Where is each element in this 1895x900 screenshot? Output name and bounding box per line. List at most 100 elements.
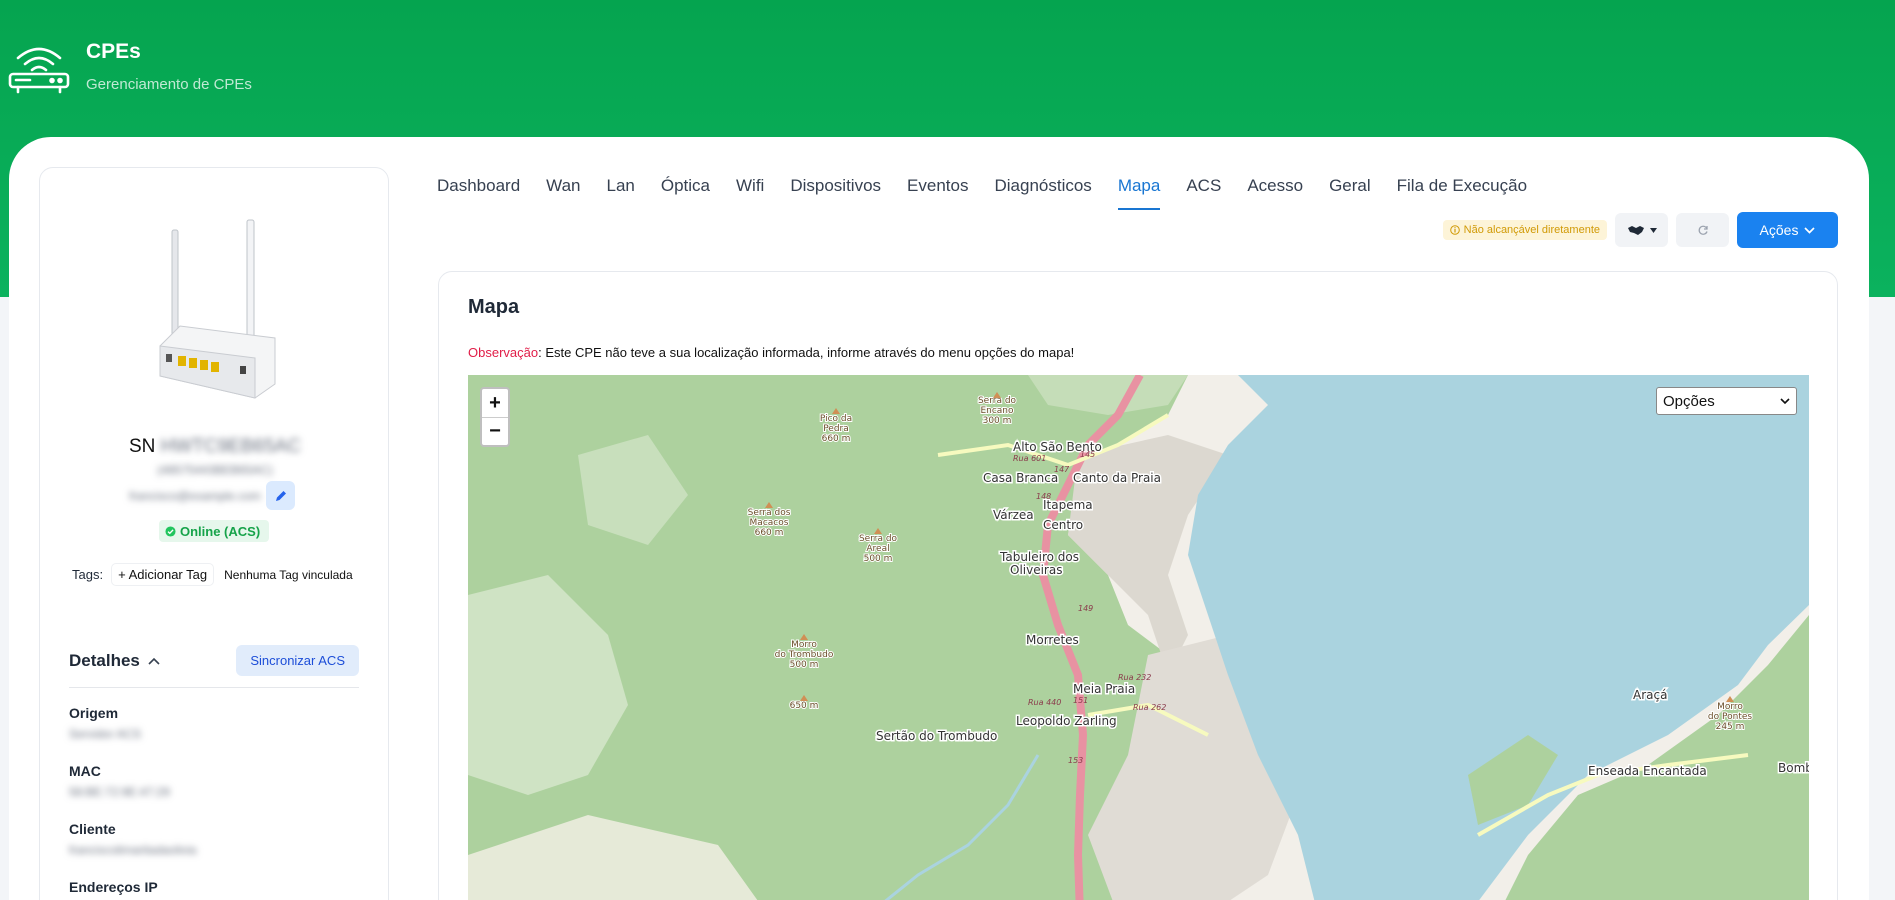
tab-fila-execucao[interactable]: Fila de Execução — [1397, 176, 1527, 210]
page-title: CPEs — [86, 40, 141, 63]
pencil-icon — [275, 490, 286, 501]
peak-label: Macacos — [750, 518, 789, 528]
details-title: Detalhes — [69, 650, 140, 670]
peak-label: Morro — [1717, 702, 1743, 712]
map-card: Mapa Observação: Este CPE não teve a sua… — [438, 271, 1838, 900]
peak-label: 245 m — [1716, 722, 1745, 732]
field-value: franciscolimaritadaolivia — [69, 843, 197, 857]
field-origem: Origem Servidor ACS — [69, 705, 141, 741]
map-label: Canto da Praia — [1073, 471, 1161, 485]
device-hostname: francisco@example.com — [129, 489, 261, 503]
field-label: Endereços IP — [69, 879, 158, 895]
serial-prefix: SN — [128, 436, 156, 457]
field-enderecos-ip: Endereços IP — [69, 879, 158, 895]
peak-label: Serra do — [859, 534, 898, 544]
road-ref: Rua 601 — [1013, 454, 1046, 463]
peak-label: Serra dos — [748, 508, 791, 518]
tab-lan[interactable]: Lan — [607, 176, 635, 210]
device-image — [159, 219, 276, 399]
device-sub-id: (48575443BEB65AC) — [157, 463, 273, 477]
sync-acs-button[interactable]: Sincronizar ACS — [236, 645, 359, 676]
tags-label: Tags: — [72, 567, 104, 582]
road-ref: 145 — [1080, 450, 1095, 459]
check-circle-icon — [165, 525, 176, 537]
peak-label: Morro — [791, 640, 817, 650]
page-subtitle: Gerenciamento de CPEs — [86, 76, 252, 93]
details-toggle[interactable]: Detalhes — [69, 651, 160, 671]
road-ref: Rua 262 — [1133, 703, 1166, 712]
app-brand: CPEs Gerenciamento de CPEs — [8, 38, 252, 94]
serial-number: SN HWTC9EB65AC — [40, 436, 390, 458]
tags-row: Tags: + Adicionar Tag Nenhuma Tag vincul… — [72, 563, 353, 586]
edit-button[interactable] — [266, 481, 295, 510]
tab-dashboard[interactable]: Dashboard — [437, 176, 520, 210]
refresh-button[interactable] — [1676, 213, 1729, 247]
map-options-label: Opções — [1663, 392, 1715, 410]
handshake-icon — [1627, 226, 1644, 235]
tab-geral[interactable]: Geral — [1329, 176, 1371, 210]
peak-label: do Trombudo — [775, 650, 834, 660]
tab-wifi[interactable]: Wifi — [736, 176, 764, 210]
peak-label: 500 m — [790, 660, 819, 670]
zoom-in-button[interactable]: + — [482, 389, 508, 417]
road-ref: 149 — [1078, 604, 1093, 613]
actions-button[interactable]: Ações — [1737, 212, 1838, 248]
add-tag-button[interactable]: + Adicionar Tag — [111, 563, 215, 586]
tab-dispositivos[interactable]: Dispositivos — [790, 176, 881, 210]
status-badge: Online (ACS) — [159, 520, 270, 542]
field-value: Servidor ACS — [69, 727, 142, 741]
map-label: Centro — [1043, 518, 1083, 532]
map-label: Casa Branca — [983, 471, 1058, 485]
map-label: Meia Praia — [1073, 682, 1135, 696]
map-label: Bombas — [1778, 761, 1809, 775]
zoom-out-button[interactable]: − — [482, 417, 508, 445]
router-wifi-icon — [8, 47, 70, 94]
reachability-text: Não alcançável diretamente — [1463, 224, 1600, 236]
refresh-icon — [1698, 225, 1708, 235]
road-ref: Rua 232 — [1118, 673, 1151, 682]
map-options-select[interactable]: Opções — [1656, 387, 1797, 415]
status-text: Online (ACS) — [180, 523, 261, 539]
map-label: Várzea — [993, 508, 1034, 522]
road-ref: Rua 440 — [1028, 698, 1061, 707]
observation-text: : Este CPE não teve a sua localização in… — [538, 345, 1075, 360]
tab-acs[interactable]: ACS — [1186, 176, 1221, 210]
map-tiles: Alto São Bento Casa Branca Canto da Prai… — [468, 375, 1809, 900]
info-icon — [1449, 225, 1460, 235]
field-value: 58:BE:72:9E:47:29 — [69, 785, 170, 799]
peak-label: Pico da — [820, 414, 852, 424]
field-label: MAC — [69, 763, 101, 779]
field-label: Origem — [69, 705, 119, 721]
map-label: Leopoldo Zarling — [1016, 714, 1117, 728]
map-label: Enseada Encantada — [1588, 764, 1707, 778]
tab-bar: Dashboard Wan Lan Óptica Wifi Dispositiv… — [437, 176, 1527, 210]
observation-key: Observação — [468, 345, 539, 360]
map-label: Morretes — [1026, 633, 1079, 647]
tab-acesso[interactable]: Acesso — [1247, 176, 1303, 210]
map-label: Araçá — [1633, 688, 1667, 702]
peak-label: Areal — [866, 544, 889, 554]
peak-label: do Pontes — [1708, 712, 1752, 722]
no-tag-text: Nenhuma Tag vinculada — [224, 567, 353, 582]
peak-label: 650 m — [790, 701, 819, 711]
tab-diagnosticos[interactable]: Diagnósticos — [994, 176, 1091, 210]
map-label: Oliveiras — [1010, 563, 1062, 577]
chevron-up-icon — [148, 657, 160, 665]
field-mac: MAC 58:BE:72:9E:47:29 — [69, 763, 170, 799]
observation-note: Observação: Este CPE não teve a sua loca… — [468, 345, 1074, 360]
road-ref: 151 — [1073, 696, 1088, 705]
tab-optica[interactable]: Óptica — [661, 176, 710, 210]
tab-mapa[interactable]: Mapa — [1117, 176, 1161, 210]
peak-label: 300 m — [983, 416, 1012, 426]
field-cliente: Cliente franciscolimaritadaolivia — [69, 821, 196, 857]
device-card: SN HWTC9EB65AC (48575443BEB65AC) francis… — [39, 167, 389, 900]
tab-wan[interactable]: Wan — [546, 176, 580, 210]
details-header: Detalhes Sincronizar ACS — [69, 645, 359, 688]
peak-label: Encano — [980, 406, 1014, 416]
tab-eventos[interactable]: Eventos — [907, 176, 968, 210]
map-label: Tabuleiro dos — [999, 550, 1079, 564]
serial-value: HWTC9EB65AC — [160, 436, 302, 457]
handshake-dropdown-button[interactable] — [1615, 213, 1668, 247]
road-ref: 148 — [1036, 492, 1051, 501]
map-view[interactable]: Alto São Bento Casa Branca Canto da Prai… — [468, 375, 1809, 900]
